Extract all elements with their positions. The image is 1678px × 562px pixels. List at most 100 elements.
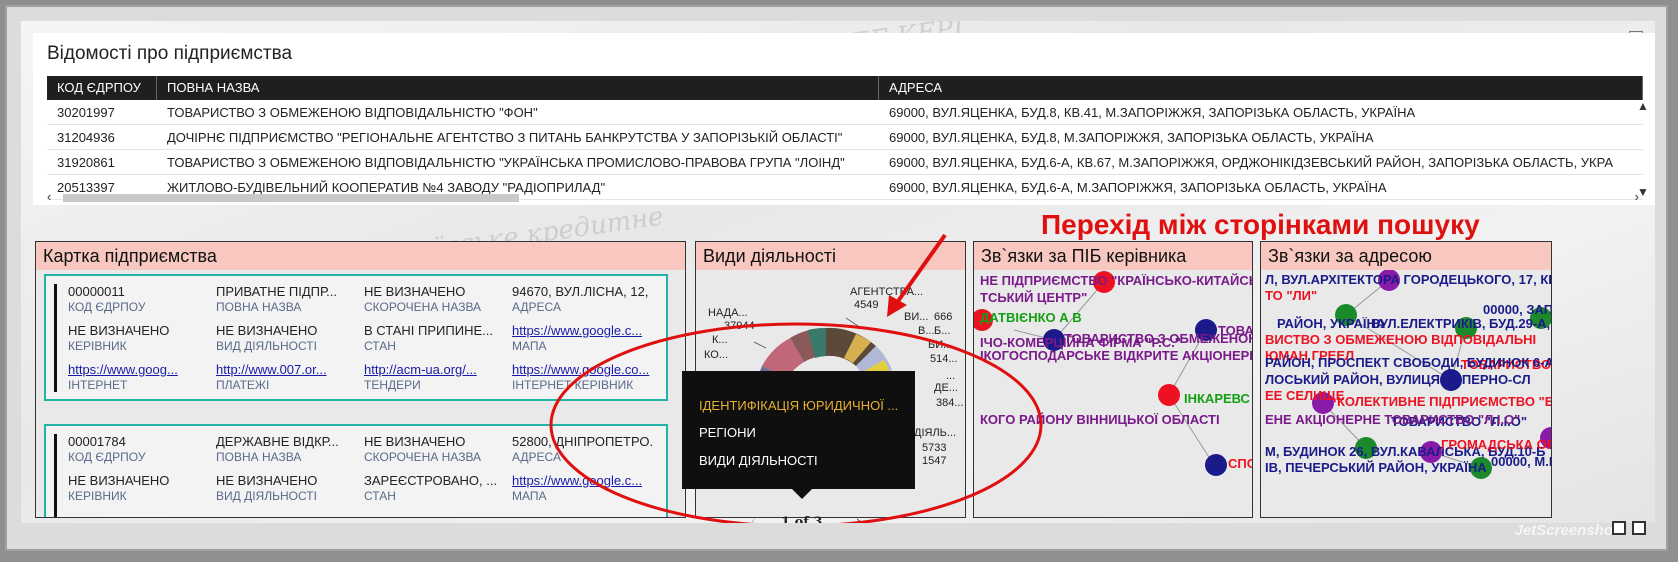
leader-links-panel: Зв`язки за ПІБ керівника НЕ ПІДПРИЄМСТВО… <box>973 241 1253 518</box>
slice-value: 5733 <box>922 442 947 454</box>
network-label: ВУЛ.ЕЛЕКТРИКІВ, БУД.29-А, МІС <box>1371 316 1551 331</box>
network-label: КОГО РАЙОНУ ВІННИЦЬКОЇ ОБЛАСТІ <box>980 412 1220 427</box>
network-label: ЕНЕ АКЦІОНЕРНЕ ТОВАРИСТВО "Л.І.О" <box>1265 412 1521 427</box>
network-label: 00000, ЗАПО <box>1483 302 1551 317</box>
field-map-link[interactable]: https://www.google.c... МАПА <box>512 473 652 505</box>
scroll-up-icon[interactable]: ▲ <box>1637 99 1649 113</box>
slice-value: 666 <box>934 311 953 323</box>
next-page-button[interactable]: › <box>856 514 861 523</box>
field-internet-link[interactable]: https://www.goog... ІНТЕРНЕТ <box>68 362 208 394</box>
scroll-left-icon[interactable]: ‹ <box>47 189 51 204</box>
network-label: ІНКАРЕВС <box>1184 391 1250 406</box>
slice-value: 1547 <box>922 455 947 467</box>
name-cell: ДОЧІРНЄ ПІДПРИЄМСТВО "РЕГІОНАЛЬНЕ АГЕНТС… <box>167 129 843 145</box>
slice-label: ДЕ... <box>934 382 958 394</box>
slice-value: 384... <box>936 397 964 409</box>
slice-label: Б... <box>934 325 951 337</box>
fullscreen-icon[interactable] <box>1632 521 1646 535</box>
network-label: СПО <box>1228 456 1252 471</box>
field-status: ЗАРЕЄСТРОВАНО, ... СТАН <box>364 473 498 503</box>
network-label: РАЙОН, УКРАЇНА <box>1277 316 1386 331</box>
horizontal-scrollbar[interactable]: ‹ › <box>47 189 1643 204</box>
panel-title: Картка підприємства <box>36 242 685 270</box>
table-row[interactable]: 30201997 ТОВАРИСТВО З ОБМЕЖЕНОЮ ВІДПОВІД… <box>47 100 1643 125</box>
address-cell: 69000, ВУЛ.ЯЦЕНКА, БУД.8, КВ.41, М.ЗАПОР… <box>889 104 1416 120</box>
address-cell: 69000, ВУЛ.ЯЦЕНКА, БУД.6-А, КВ.67, М.ЗАП… <box>889 154 1614 170</box>
network-label: 00000, М.К <box>1491 454 1552 469</box>
slice-label: К... <box>712 334 728 346</box>
slice-label: ВИ... <box>904 311 929 323</box>
table-row[interactable]: 31920861 ТОВАРИСТВО З ОБМЕЖЕНОЮ ВІДПОВІД… <box>47 150 1643 175</box>
table-row[interactable]: 31204936 ДОЧІРНЄ ПІДПРИЄМСТВО "РЕГІОНАЛЬ… <box>47 125 1643 150</box>
slice-value: 37944 <box>724 320 755 332</box>
grid-view-icon[interactable] <box>1612 521 1626 535</box>
record-marker <box>54 434 57 517</box>
field-edrpou: 00001784 КОД ЄДРПОУ <box>68 434 146 464</box>
network-node <box>1205 454 1227 476</box>
field-map-link[interactable]: https://www.google.c... МАПА <box>512 323 652 355</box>
slice-value: 514... <box>930 353 958 365</box>
edrpou-cell: 31204936 <box>57 129 115 145</box>
menu-item-regions[interactable]: РЕГІОНИ <box>699 425 756 440</box>
menu-item-activities[interactable]: ВИДИ ДІЯЛЬНОСТІ <box>699 453 818 468</box>
company-card-panel: Картка підприємства 00000011 КОД ЄДРПОУ П… <box>35 241 686 518</box>
slice-label: НАДА... <box>708 307 748 319</box>
prev-page-button[interactable]: ‹ <box>751 514 756 523</box>
field-leader: НЕ ВИЗНАЧЕНО КЕРІВНИК <box>68 323 170 353</box>
vertical-scrollbar[interactable]: ▲ ▼ <box>1637 99 1649 203</box>
scroll-thumb[interactable] <box>63 194 519 202</box>
panel-title: Види діяльності <box>696 242 965 270</box>
company-record[interactable]: 00000011 КОД ЄДРПОУ ПРИВАТНЕ ПІДПР... ПОВН… <box>44 274 668 401</box>
column-header[interactable]: КОД ЄДРПОУ <box>47 76 157 100</box>
menu-pointer <box>792 489 812 499</box>
network-label: НЕ ПІДПРИЄМСТВО "КРАЇНСЬКО-КИТАЙСЬКИ <box>980 273 1253 288</box>
field-leader-internet-link[interactable]: https://www.google.co... ІНТЕРНЕТ КЕРІВНИ… <box>512 362 652 394</box>
label-leader-line <box>845 317 862 329</box>
column-header[interactable]: ПОВНА НАЗВА <box>157 76 879 100</box>
field-address: 94670, ВУЛ.ЛІСНА, 12, ... АДРЕСА <box>512 284 652 314</box>
field-payments-link[interactable]: http://www.007.or... ПЛАТЕЖІ <box>216 362 356 394</box>
network-label: ІВ, ПЕЧЕРСЬКИЙ РАЙОН, УКРАЇНА <box>1265 460 1487 475</box>
edrpou-cell: 31920861 <box>57 154 115 170</box>
field-full-name: ДЕРЖАВНЕ ВІДКР... ПОВНА НАЗВА <box>216 434 339 464</box>
slice-label: АГЕНТСТВА... <box>850 286 924 298</box>
company-record[interactable]: 00001784 КОД ЄДРПОУ ДЕРЖАВНЕ ВІДКР... ПОВН… <box>44 424 668 517</box>
field-tenders-link[interactable]: http://acm-ua.org/... ТЕНДЕРИ <box>364 362 504 394</box>
field-status: В СТАНІ ПРИПИНЕ... СТАН <box>364 323 493 353</box>
slice-label: ... <box>946 370 956 382</box>
network-label: КОЛЕКТИВНЕ ПІДПРИЄМСТВО "БЛА <box>1337 394 1552 409</box>
network-label: ГРОМАДСЬКА ОРГ <box>1441 437 1552 452</box>
page-navigator: ‹ 1 of 3 › <box>751 514 861 523</box>
network-label: ТОВАРИ <box>1218 323 1253 338</box>
slice-label: В... <box>918 325 935 337</box>
network-label: ТСЬКИЙ ЦЕНТР" <box>980 290 1088 305</box>
name-cell: ТОВАРИСТВО З ОБМЕЖЕНОЮ ВІДПОВІДАЛЬНІСТЮ … <box>167 154 845 170</box>
panel-title: Зв`язки за ПІБ керівника <box>974 242 1252 270</box>
companies-table-panel: Відомості про підприємства КОД ЄДРПОУ ПО… <box>33 33 1655 205</box>
network-label: РАЙОН, ПРОСПЕКТ СВОБОДИ, БУДИНОК 6-А <box>1265 355 1552 370</box>
address-links-panel: Зв`язки за адресою Л, ВУЛ.АРХІТЕКТОРА ГО… <box>1260 241 1552 518</box>
field-short-name: НЕ ВИЗНАЧЕНО СКОРОЧЕНА НАЗВА <box>364 434 482 464</box>
watermark: JetScreenshot <box>1514 522 1618 539</box>
panel-title: Відомості про підприємства <box>47 43 293 64</box>
network-label: ВИСТВО З ОБМЕЖЕНОЮ ВІДПОВІДАЛЬНІ <box>1265 332 1537 347</box>
field-activity: НЕ ВИЗНАЧЕНО ВИД ДІЯЛЬНОСТІ <box>216 473 318 503</box>
page-indicator: 1 of 3 <box>781 515 823 523</box>
slice-value: 4549 <box>854 299 879 311</box>
field-address: 52800, ДНІПРОПЕТРО... АДРЕСА <box>512 434 652 464</box>
slice-label: БИ... <box>928 339 953 351</box>
record-marker <box>54 284 57 392</box>
network-node <box>1158 384 1180 406</box>
menu-item-legal-id[interactable]: ІДЕНТИФІКАЦІЯ ЮРИДИЧНОЇ ... <box>699 398 898 413</box>
network-label: Л, ВУЛ.АРХІТЕКТОРА ГОРОДЕЦЬКОГО, 17, КВ. <box>1265 272 1552 287</box>
field-leader: НЕ ВИЗНАЧЕНО КЕРІВНИК <box>68 473 170 503</box>
field-activity: НЕ ВИЗНАЧЕНО ВИД ДІЯЛЬНОСТІ <box>216 323 318 353</box>
field-short-name: НЕ ВИЗНАЧЕНО СКОРОЧЕНА НАЗВА <box>364 284 482 314</box>
page-navigation-menu: ІДЕНТИФІКАЦІЯ ЮРИДИЧНОЇ ... РЕГІОНИ ВИДИ… <box>682 371 915 499</box>
slice-label: ДІЯЛЬ... <box>914 427 957 439</box>
network-label: ІКОГОСПОДАРСЬКЕ ВІДКРИТЕ АКЦІОНЕРНЕ Т <box>980 348 1253 363</box>
column-header[interactable]: АДРЕСА <box>879 76 1643 100</box>
panel-title: Зв`язки за адресою <box>1261 242 1551 270</box>
report-canvas: історій „Українське кредитне ЕЕ КЕРІ Від… <box>21 21 1655 523</box>
scroll-right-icon[interactable]: › <box>1635 189 1639 204</box>
